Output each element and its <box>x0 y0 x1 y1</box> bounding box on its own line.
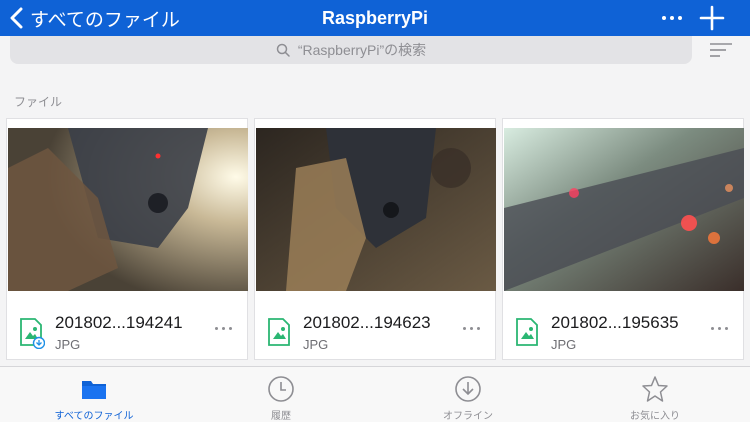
tab-label: 履歴 <box>271 411 291 422</box>
more-dot-icon <box>662 16 666 20</box>
file-card[interactable]: 201802...194623 JPG <box>254 118 496 360</box>
download-circle-icon <box>455 376 481 402</box>
add-icon[interactable] <box>698 4 726 32</box>
more-dot-icon <box>470 327 473 330</box>
file-type: JPG <box>551 337 577 352</box>
tab-history[interactable]: 履歴 <box>211 367 351 422</box>
file-more-button[interactable] <box>461 327 482 330</box>
tab-label: お気に入り <box>630 411 680 422</box>
tab-offline[interactable]: オフライン <box>398 367 538 422</box>
file-card[interactable]: 201802...195635 JPG <box>502 118 744 360</box>
more-dot-icon <box>718 327 721 330</box>
app-window: すべてのファイル RaspberryPi “RaspberryPi”の検索 ファ… <box>0 0 750 422</box>
file-info-row: 201802...194241 JPG <box>7 299 247 359</box>
more-dot-icon <box>229 327 232 330</box>
image-file-icon <box>516 318 538 346</box>
sort-icon[interactable] <box>710 42 732 58</box>
more-dot-icon <box>463 327 466 330</box>
tab-label: オフライン <box>443 411 493 422</box>
more-dot-icon <box>711 327 714 330</box>
file-type: JPG <box>55 337 81 352</box>
more-dot-icon <box>215 327 218 330</box>
tab-bar: すべてのファイル 履歴 オフライン お気に入り <box>0 366 750 422</box>
search-area: “RaspberryPi”の検索 <box>0 36 750 70</box>
star-icon <box>642 376 668 402</box>
file-name: 201802...194241 <box>55 313 183 332</box>
file-name: 201802...195635 <box>551 313 679 332</box>
search-placeholder: “RaspberryPi”の検索 <box>297 42 427 58</box>
file-more-button[interactable] <box>709 327 730 330</box>
file-info-row: 201802...194623 JPG <box>255 299 495 359</box>
file-name: 201802...194623 <box>303 313 431 332</box>
tab-all-files[interactable]: すべてのファイル <box>24 367 164 422</box>
search-icon <box>276 43 290 57</box>
file-more-button[interactable] <box>213 327 234 330</box>
image-file-icon <box>20 318 45 349</box>
more-dot-icon <box>477 327 480 330</box>
file-type: JPG <box>303 337 329 352</box>
page-title: RaspberryPi <box>321 7 429 28</box>
file-info-row: 201802...195635 JPG <box>503 299 743 359</box>
more-dot-icon <box>670 16 674 20</box>
tab-label: すべてのファイル <box>54 411 134 422</box>
clock-icon <box>268 376 294 402</box>
file-thumbnail <box>256 128 496 291</box>
more-dot-icon <box>725 327 728 330</box>
more-dot-icon <box>678 16 682 20</box>
top-bar: すべてのファイル RaspberryPi <box>0 0 750 36</box>
folder-icon <box>82 381 106 399</box>
more-options-button[interactable] <box>656 0 688 36</box>
image-file-icon <box>268 318 290 346</box>
file-card[interactable]: 201802...194241 JPG <box>6 118 248 360</box>
section-label: ファイル <box>14 95 63 109</box>
file-thumbnail <box>504 128 744 291</box>
file-thumbnail <box>8 128 248 291</box>
tab-favorites[interactable]: お気に入り <box>585 367 725 422</box>
search-input[interactable]: “RaspberryPi”の検索 <box>10 36 692 64</box>
more-dot-icon <box>222 327 225 330</box>
